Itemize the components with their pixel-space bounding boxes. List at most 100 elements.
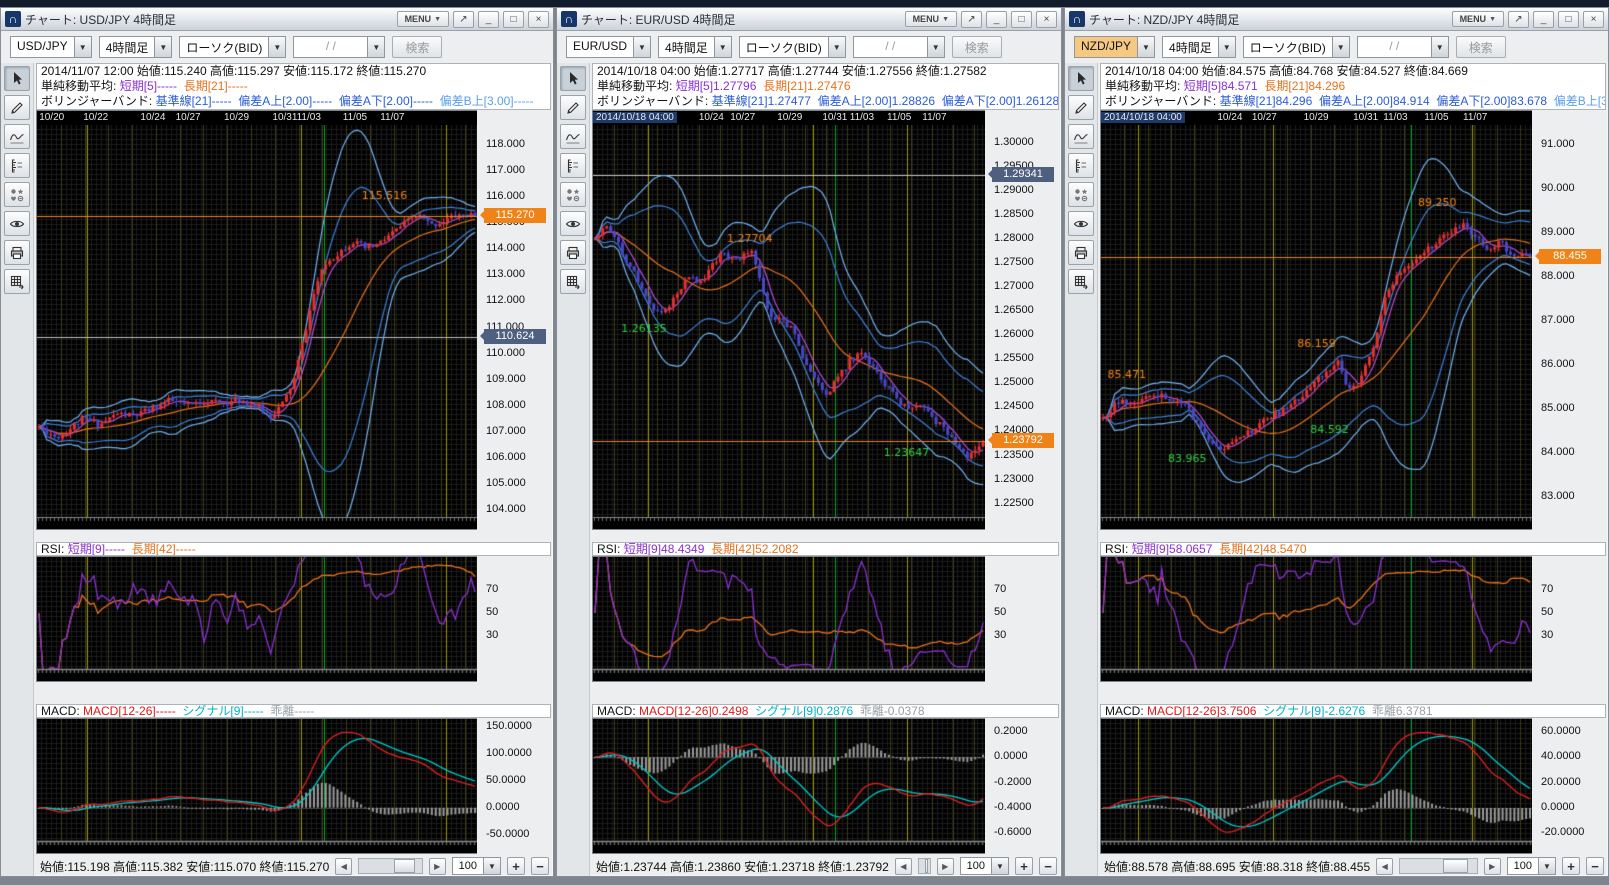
scale-tool[interactable] [560,153,586,178]
chart-content: 2014/10/18 04:00 始値:84.575 高値:84.768 安値:… [1098,63,1608,876]
zoom-select[interactable]: 100▼ [1507,857,1556,875]
scrollbar-thumb[interactable] [394,859,415,873]
close-button[interactable]: × [528,11,549,28]
minimize-button[interactable]: _ [1533,11,1554,28]
wave-tool[interactable] [560,124,586,149]
eye-tool[interactable] [560,211,586,236]
zoom-out-button[interactable]: − [1586,857,1604,875]
menu-button[interactable]: MENU▼ [397,11,449,27]
rsi-chart-canvas[interactable] [37,557,477,681]
info-panel: 2014/11/07 12:00 始値:115.240 高値:115.297 安… [36,63,551,110]
scroll-left-button[interactable]: ◀ [895,858,912,875]
scroll-left-button[interactable]: ◀ [335,858,352,875]
minimize-button[interactable]: _ [986,11,1007,28]
scrollbar-track[interactable] [358,858,422,874]
zoom-out-button[interactable]: − [1039,857,1057,875]
zoom-in-button[interactable]: + [1015,857,1033,875]
titlebar[interactable]: ∩ チャート: USD/JPY 4時間足 MENU▼ ↗ _ □ × [1,8,553,31]
eye-tool[interactable] [4,211,30,236]
macd-chart-canvas[interactable] [1101,719,1532,853]
detach-button[interactable]: ↗ [453,11,474,28]
cursor-tool[interactable] [1068,66,1094,91]
axis-tick-label: 1.22500 [994,497,1034,509]
search-button[interactable]: 検索 [1456,36,1506,58]
date-input[interactable]: / /▼ [293,36,385,58]
scroll-left-button[interactable]: ◀ [1376,858,1393,875]
search-button[interactable]: 検索 [952,36,1002,58]
grid-save-tool[interactable] [1068,269,1094,294]
pencil-tool[interactable] [4,95,30,120]
axis-tick-label: 84.000 [1541,446,1575,458]
eye-tool[interactable] [1068,211,1094,236]
scrollbar-track[interactable] [918,858,931,874]
chevron-down-icon: ▼ [714,37,731,57]
close-button[interactable]: × [1583,11,1604,28]
maximize-button[interactable]: □ [1011,11,1032,28]
timeframe-select[interactable]: 4時間足▼ [99,36,173,58]
wave-tool[interactable] [4,124,30,149]
titlebar[interactable]: ∩ チャート: EUR/USD 4時間足 MENU▼ ↗ _ □ × [557,8,1061,31]
zoom-select[interactable]: 100▼ [452,857,501,875]
xaxis-labels: 2014/10/18 04:0010/2410/2710/2910/3111/0… [1101,111,1532,125]
close-button[interactable]: × [1036,11,1057,28]
rsi-chart-canvas[interactable] [593,557,985,681]
pencil-tool[interactable] [1068,95,1094,120]
rsi-header: RSI: 短期[9]----- 長期[42]----- [36,542,551,556]
scrollbar-thumb[interactable] [925,859,929,873]
pair-select[interactable]: EUR/USD▼ [566,36,651,58]
minimize-button[interactable]: _ [478,11,499,28]
cursor-tool[interactable] [4,66,30,91]
menu-button[interactable]: MENU▼ [1452,11,1504,27]
main-chart-canvas[interactable] [593,125,985,529]
detach-button[interactable]: ↗ [1508,11,1529,28]
scroll-right-button[interactable]: ▶ [1484,858,1501,875]
scrollbar-track[interactable] [1399,858,1477,874]
favorites-tool[interactable] [1068,182,1094,207]
macd-chart-canvas[interactable] [593,719,985,853]
print-tool[interactable] [4,240,30,265]
grid-save-tool[interactable] [560,269,586,294]
status-ohlc: 始値:1.23744 高値:1.23860 安値:1.23718 終値:1.23… [596,858,889,875]
detach-button[interactable]: ↗ [961,11,982,28]
favorites-tool[interactable] [560,182,586,207]
pair-select[interactable]: NZD/JPY▼ [1074,36,1155,58]
macd-chart-canvas[interactable] [37,719,477,853]
cursor-tool[interactable] [560,66,586,91]
scroll-right-button[interactable]: ▶ [429,858,446,875]
axis-tick-label: 150.0000 [486,720,532,732]
pair-select[interactable]: USD/JPY▼ [10,36,92,58]
scale-tool[interactable] [4,153,30,178]
menu-button[interactable]: MENU▼ [905,11,957,27]
info-panel: 2014/10/18 04:00 始値:84.575 高値:84.768 安値:… [1100,63,1606,110]
charttype-select[interactable]: ローソク(BID)▼ [179,36,286,58]
maximize-button[interactable]: □ [503,11,524,28]
maximize-button[interactable]: □ [1558,11,1579,28]
info-panel: 2014/10/18 04:00 始値:1.27717 高値:1.27744 安… [592,63,1059,110]
main-chart-canvas[interactable] [37,125,477,529]
charttype-select[interactable]: ローソク(BID)▼ [739,36,846,58]
rsi-chart-canvas[interactable] [1101,557,1532,681]
main-chart-canvas[interactable] [1101,125,1532,529]
favorites-tool[interactable] [4,182,30,207]
print-tool[interactable] [560,240,586,265]
print-tool[interactable] [1068,240,1094,265]
charttype-select[interactable]: ローソク(BID)▼ [1243,36,1350,58]
zoom-in-button[interactable]: + [1562,857,1580,875]
zoom-in-button[interactable]: + [507,857,525,875]
timeframe-select[interactable]: 4時間足▼ [658,36,732,58]
zoom-out-button[interactable]: − [531,857,549,875]
date-input[interactable]: / /▼ [853,36,945,58]
pencil-tool[interactable] [560,95,586,120]
timeframe-select[interactable]: 4時間足▼ [1162,36,1236,58]
zoom-select[interactable]: 100▼ [960,857,1009,875]
axis-tick-label: 1.27000 [994,280,1034,292]
titlebar[interactable]: ∩ チャート: NZD/JPY 4時間足 MENU▼ ↗ _ □ × [1065,8,1608,31]
scale-tool[interactable] [1068,153,1094,178]
date-input[interactable]: / /▼ [1357,36,1449,58]
wave-tool[interactable] [1068,124,1094,149]
scrollbar-thumb[interactable] [1443,859,1468,873]
price-tag-orange: 1.23792 [992,433,1054,448]
grid-save-tool[interactable] [4,269,30,294]
search-button[interactable]: 検索 [392,36,442,58]
scroll-right-button[interactable]: ▶ [937,858,954,875]
